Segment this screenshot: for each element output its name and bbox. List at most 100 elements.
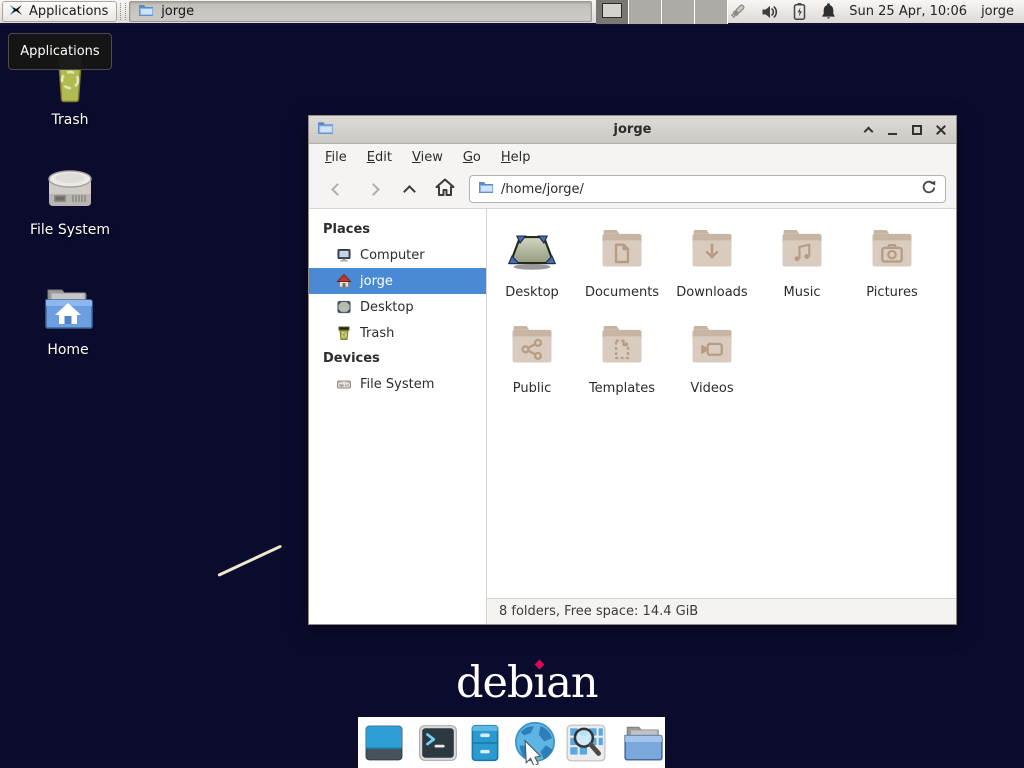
volume-icon[interactable]: [760, 3, 779, 21]
path-input[interactable]: [501, 182, 914, 197]
window-title: jorge: [309, 122, 956, 137]
dock: [358, 717, 665, 768]
places-header: Places: [309, 217, 486, 242]
workspace-2[interactable]: [629, 0, 662, 24]
desktop-icon-label: Trash: [52, 112, 89, 128]
menu-view[interactable]: View: [402, 147, 453, 168]
show-desktop-icon[interactable]: [364, 724, 404, 762]
shade-icon: [864, 127, 874, 137]
folder-item-templates[interactable]: Templates: [577, 319, 667, 415]
panel-clock[interactable]: Sun 25 Apr, 10:06: [849, 4, 967, 19]
location-bar[interactable]: [469, 175, 946, 203]
home-icon: [336, 273, 352, 289]
maximize-button[interactable]: [909, 122, 924, 137]
workspace-4[interactable]: [695, 0, 728, 24]
devices-header: Devices: [309, 346, 486, 371]
menu-edit[interactable]: Edit: [357, 147, 402, 168]
videos-folder-icon: [686, 319, 738, 375]
workspace-1[interactable]: [596, 0, 629, 24]
panel-username[interactable]: jorge: [981, 4, 1014, 19]
desktop-icon-file-system[interactable]: File System: [15, 164, 125, 238]
home-icon: [434, 177, 456, 201]
window-titlebar[interactable]: jorge: [309, 116, 956, 144]
desktop-icon: [336, 299, 352, 315]
menu-help[interactable]: Help: [491, 147, 541, 168]
close-button[interactable]: [933, 122, 948, 137]
sidebar-item-computer[interactable]: Computer: [309, 242, 486, 268]
folder-icon: [138, 3, 154, 21]
folder-item-desktop[interactable]: Desktop: [487, 223, 577, 319]
debian-logo-text: deb: [456, 658, 534, 708]
folder-item-public[interactable]: Public: [487, 319, 577, 415]
menu-go[interactable]: Go: [453, 147, 491, 168]
workspace-3[interactable]: [662, 0, 695, 24]
cursor-trail-line: [217, 545, 282, 577]
folder-item-label: Desktop: [505, 285, 559, 300]
top-panel: Applications jorge: [0, 0, 1024, 25]
folder-item-label: Templates: [589, 381, 655, 396]
sidebar-item-desktop[interactable]: Desktop: [309, 294, 486, 320]
hard-drive-icon: [42, 164, 98, 218]
web-browser-icon[interactable]: [512, 721, 558, 765]
folder-item-videos[interactable]: Videos: [667, 319, 757, 415]
applications-tooltip: Applications: [8, 33, 112, 70]
folder-item-label: Public: [513, 381, 551, 396]
desktop-icon-label: Home: [47, 342, 88, 358]
desktop-icon-label: File System: [30, 222, 110, 238]
applications-menu-button[interactable]: Applications: [2, 1, 117, 22]
sidebar-item-label: Desktop: [360, 300, 414, 315]
menu-bar: File Edit View Go Help: [309, 144, 956, 170]
terminal-icon[interactable]: [418, 724, 458, 762]
home-folder-icon: [40, 284, 96, 338]
forward-button[interactable]: [355, 174, 391, 204]
folder-item-label: Videos: [690, 381, 733, 396]
status-bar: 8 folders, Free space: 14.4 GiB: [487, 598, 956, 624]
desktop-surface-icon: [506, 223, 558, 279]
hard-drive-icon: [336, 376, 352, 392]
folder-item-label: Documents: [585, 285, 659, 300]
folder-icon[interactable]: [621, 723, 665, 763]
up-icon: [403, 185, 416, 198]
workspace-switcher: [596, 0, 728, 24]
files-view[interactable]: Desktop Documents: [487, 209, 956, 598]
sidebar-item-jorge[interactable]: jorge: [309, 268, 486, 294]
notifications-bell-icon[interactable]: [820, 2, 837, 21]
taskbar-window-button[interactable]: jorge: [129, 1, 592, 22]
menu-file[interactable]: File: [315, 147, 357, 168]
templates-folder-icon: [596, 319, 648, 375]
maximize-icon: [912, 125, 922, 135]
reload-icon[interactable]: [921, 179, 937, 199]
panel-separator-handle: [120, 3, 126, 20]
sidebar-item-trash[interactable]: Trash: [309, 320, 486, 346]
peripheral-icon[interactable]: [728, 2, 747, 21]
minimize-button[interactable]: [885, 122, 900, 137]
folder-item-music[interactable]: Music: [757, 223, 847, 319]
folder-item-pictures[interactable]: Pictures: [847, 223, 937, 319]
applications-tooltip-text: Applications: [20, 44, 99, 59]
folder-item-downloads[interactable]: Downloads: [667, 223, 757, 319]
back-button[interactable]: [319, 174, 355, 204]
folder-icon: [317, 120, 334, 139]
system-tray: [728, 2, 837, 21]
sidebar-item-label: File System: [360, 377, 434, 392]
folder-item-documents[interactable]: Documents: [577, 223, 667, 319]
debian-logo: debıan: [456, 658, 598, 708]
xfce-applications-icon: [8, 2, 24, 22]
up-button[interactable]: [391, 174, 427, 204]
home-button[interactable]: [427, 174, 463, 204]
desktop-icon-home[interactable]: Home: [13, 284, 123, 358]
folder-item-label: Music: [784, 285, 821, 300]
battery-charging-icon[interactable]: [792, 2, 807, 21]
file-cabinet-icon[interactable]: [465, 724, 505, 762]
taskbar-window-label: jorge: [161, 4, 194, 19]
close-icon: [935, 124, 947, 136]
pictures-folder-icon: [866, 223, 918, 279]
places-sidebar: Places Computer: [309, 209, 487, 624]
shade-button[interactable]: [861, 122, 876, 137]
folder-item-label: Downloads: [676, 285, 747, 300]
folder-item-label: Pictures: [866, 285, 917, 300]
debian-logo-i: ı: [534, 658, 547, 708]
app-finder-icon[interactable]: [565, 723, 607, 763]
sidebar-item-file-system[interactable]: File System: [309, 371, 486, 397]
toolbar: [309, 170, 956, 209]
